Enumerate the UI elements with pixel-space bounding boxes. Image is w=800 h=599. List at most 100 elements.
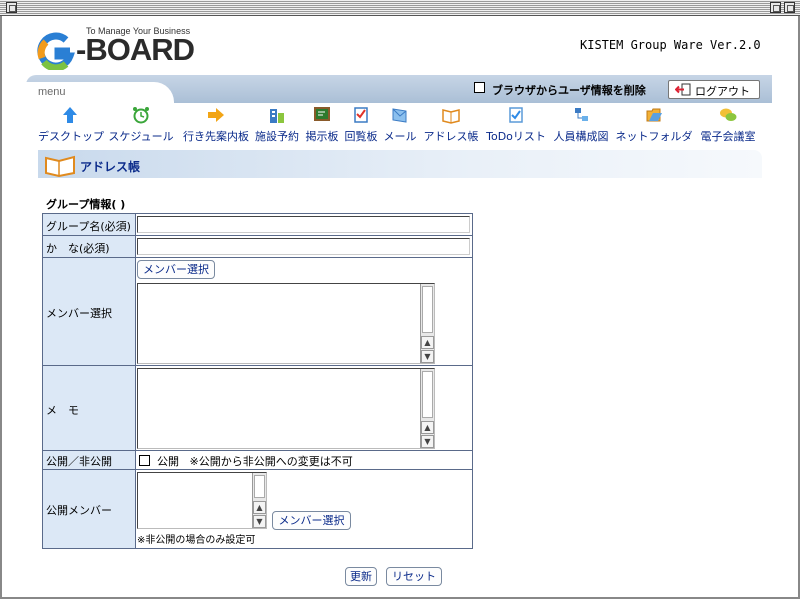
members-label: メンバー選択 xyxy=(46,307,112,320)
right-arrow-icon xyxy=(208,108,224,122)
clear-user-info-label: ブラウザからユーザ情報を削除 xyxy=(492,84,646,97)
public-members-label: 公開メンバー xyxy=(46,504,112,517)
members-listbox[interactable]: ▲ ▼ xyxy=(137,283,435,364)
scroll-down-icon[interactable]: ▼ xyxy=(421,350,434,363)
scroll-down-icon[interactable]: ▼ xyxy=(421,435,434,448)
group-info-heading: グループ情報( ) xyxy=(46,198,126,211)
main-toolbar: デスクトップ スケジュール 行き先案内板 施設予約 掲示板 回覧板 メール アド… xyxy=(38,104,768,144)
tool-net-folder[interactable]: ネットフォルダ xyxy=(614,104,694,144)
tool-label: スケジュール xyxy=(108,130,174,143)
tool-label: 行き先案内板 xyxy=(183,130,249,143)
org-chart-icon xyxy=(575,108,588,121)
tool-address-book[interactable]: アドレス帳 xyxy=(422,104,480,144)
scroll-up-icon[interactable]: ▲ xyxy=(253,501,266,514)
tool-label: ネットフォルダ xyxy=(615,130,693,143)
tool-label: 回覧板 xyxy=(344,130,378,143)
scrollbar-track xyxy=(254,475,265,498)
public-checkbox[interactable] xyxy=(139,455,150,466)
tool-schedule[interactable]: スケジュール xyxy=(108,104,174,144)
tool-label: 電子会議室 xyxy=(700,130,756,143)
tool-label: メール xyxy=(383,130,417,143)
memo-textarea[interactable]: ▲ ▼ xyxy=(137,368,435,449)
tool-todo-list[interactable]: ToDoリスト xyxy=(484,104,548,144)
scrollbar-track xyxy=(422,371,433,418)
logo-text: -BOARD xyxy=(76,32,195,67)
logout-button[interactable]: ログアウト xyxy=(668,80,760,99)
alarm-clock-icon xyxy=(133,107,149,124)
building-icon xyxy=(270,109,284,123)
tool-conference-room[interactable]: 電子会議室 xyxy=(698,104,758,144)
visibility-label: 公開／非公開 xyxy=(46,455,112,468)
app-logo[interactable]: To Manage Your Business -BOARD xyxy=(36,22,206,74)
tool-org-chart[interactable]: 人員構成図 xyxy=(552,104,610,144)
tool-label: 施設予約 xyxy=(255,130,299,143)
kana-label: か な(必須) xyxy=(46,242,110,255)
group-name-input[interactable] xyxy=(137,216,470,233)
kana-input[interactable] xyxy=(137,238,470,255)
row-group-name: グループ名(必須) xyxy=(43,214,472,236)
checklist-icon xyxy=(354,107,368,123)
label-cell: メンバー選択 xyxy=(43,258,136,365)
label-cell: 公開／非公開 xyxy=(43,451,136,469)
public-change-note: ※公開から非公開への変更は不可 xyxy=(189,455,353,468)
tool-desktop[interactable]: デスクトップ xyxy=(38,104,104,144)
label-cell: メ モ xyxy=(43,366,136,450)
public-member-select-button[interactable]: メンバー選択 xyxy=(272,511,351,530)
memo-scrollbar[interactable]: ▲ ▼ xyxy=(420,369,434,448)
tool-facility-booking[interactable]: 施設予約 xyxy=(254,104,300,144)
scroll-up-icon[interactable]: ▲ xyxy=(421,421,434,434)
group-name-label: グループ名(必須) xyxy=(46,220,131,233)
window-zoom-icon[interactable] xyxy=(770,2,781,13)
window-titlebar[interactable] xyxy=(0,0,800,16)
public-members-listbox[interactable]: ▲ ▼ xyxy=(137,472,267,529)
section-header-bar xyxy=(38,150,762,178)
row-kana: か な(必須) xyxy=(43,236,472,258)
member-select-button[interactable]: メンバー選択 xyxy=(137,260,215,279)
scrollbar-track xyxy=(422,286,433,333)
logo-g-mark-icon xyxy=(37,32,75,70)
window-frame-left xyxy=(0,16,2,599)
tool-circular[interactable]: 回覧板 xyxy=(343,104,379,144)
label-cell: グループ名(必須) xyxy=(43,214,136,235)
update-button[interactable]: 更新 xyxy=(345,567,377,586)
tool-label: 掲示板 xyxy=(305,130,339,143)
tool-destination-board[interactable]: 行き先案内板 xyxy=(181,104,251,144)
version-label: KISTEM Group Ware Ver.2.0 xyxy=(580,38,761,52)
reset-button[interactable]: リセット xyxy=(386,567,442,586)
public-checkbox-label: 公開 ※公開から非公開への変更は不可 xyxy=(157,453,353,469)
todo-icon xyxy=(509,107,523,123)
label-cell: 公開メンバー xyxy=(43,470,136,548)
tool-mail[interactable]: メール xyxy=(382,104,418,144)
members-scrollbar[interactable]: ▲ ▼ xyxy=(420,284,434,363)
logout-icon xyxy=(675,83,691,96)
envelope-icon xyxy=(392,108,407,123)
tool-bulletin-board[interactable]: 掲示板 xyxy=(304,104,340,144)
row-visibility: 公開／非公開 公開 ※公開から非公開への変更は不可 xyxy=(43,451,472,470)
group-form: グループ名(必須) か な(必須) メンバー選択 メンバー選択 ▲ ▼ メ モ xyxy=(42,213,473,549)
chat-icon xyxy=(720,108,737,121)
scroll-down-icon[interactable]: ▼ xyxy=(253,515,266,528)
menu-label: menu xyxy=(38,86,66,98)
memo-label: メ モ xyxy=(46,404,79,417)
row-memo: メ モ ▲ ▼ xyxy=(43,366,472,451)
tool-label: 人員構成図 xyxy=(553,130,609,143)
window-close-icon[interactable] xyxy=(6,2,17,13)
label-cell: か な(必須) xyxy=(43,236,136,257)
public-members-note: ※非公開の場合のみ設定可 xyxy=(137,535,256,546)
public-label-text: 公開 xyxy=(157,455,179,468)
scroll-up-icon[interactable]: ▲ xyxy=(421,336,434,349)
logout-label: ログアウト xyxy=(695,86,750,98)
clear-user-info-checkbox[interactable] xyxy=(474,82,485,93)
book-icon xyxy=(45,155,75,177)
tool-label: デスクトップ xyxy=(38,130,104,143)
row-public-members: 公開メンバー ▲ ▼ メンバー選択 ※非公開の場合のみ設定可 xyxy=(43,470,472,548)
section-title: アドレス帳 xyxy=(80,160,141,174)
board-icon xyxy=(314,107,330,121)
folder-icon xyxy=(646,108,662,122)
tool-label: ToDoリスト xyxy=(486,130,546,143)
public-members-scrollbar[interactable]: ▲ ▼ xyxy=(252,473,266,528)
window-collapse-icon[interactable] xyxy=(784,2,795,13)
book-icon xyxy=(442,109,460,124)
up-arrow-icon xyxy=(63,107,77,123)
row-members: メンバー選択 メンバー選択 ▲ ▼ xyxy=(43,258,472,366)
